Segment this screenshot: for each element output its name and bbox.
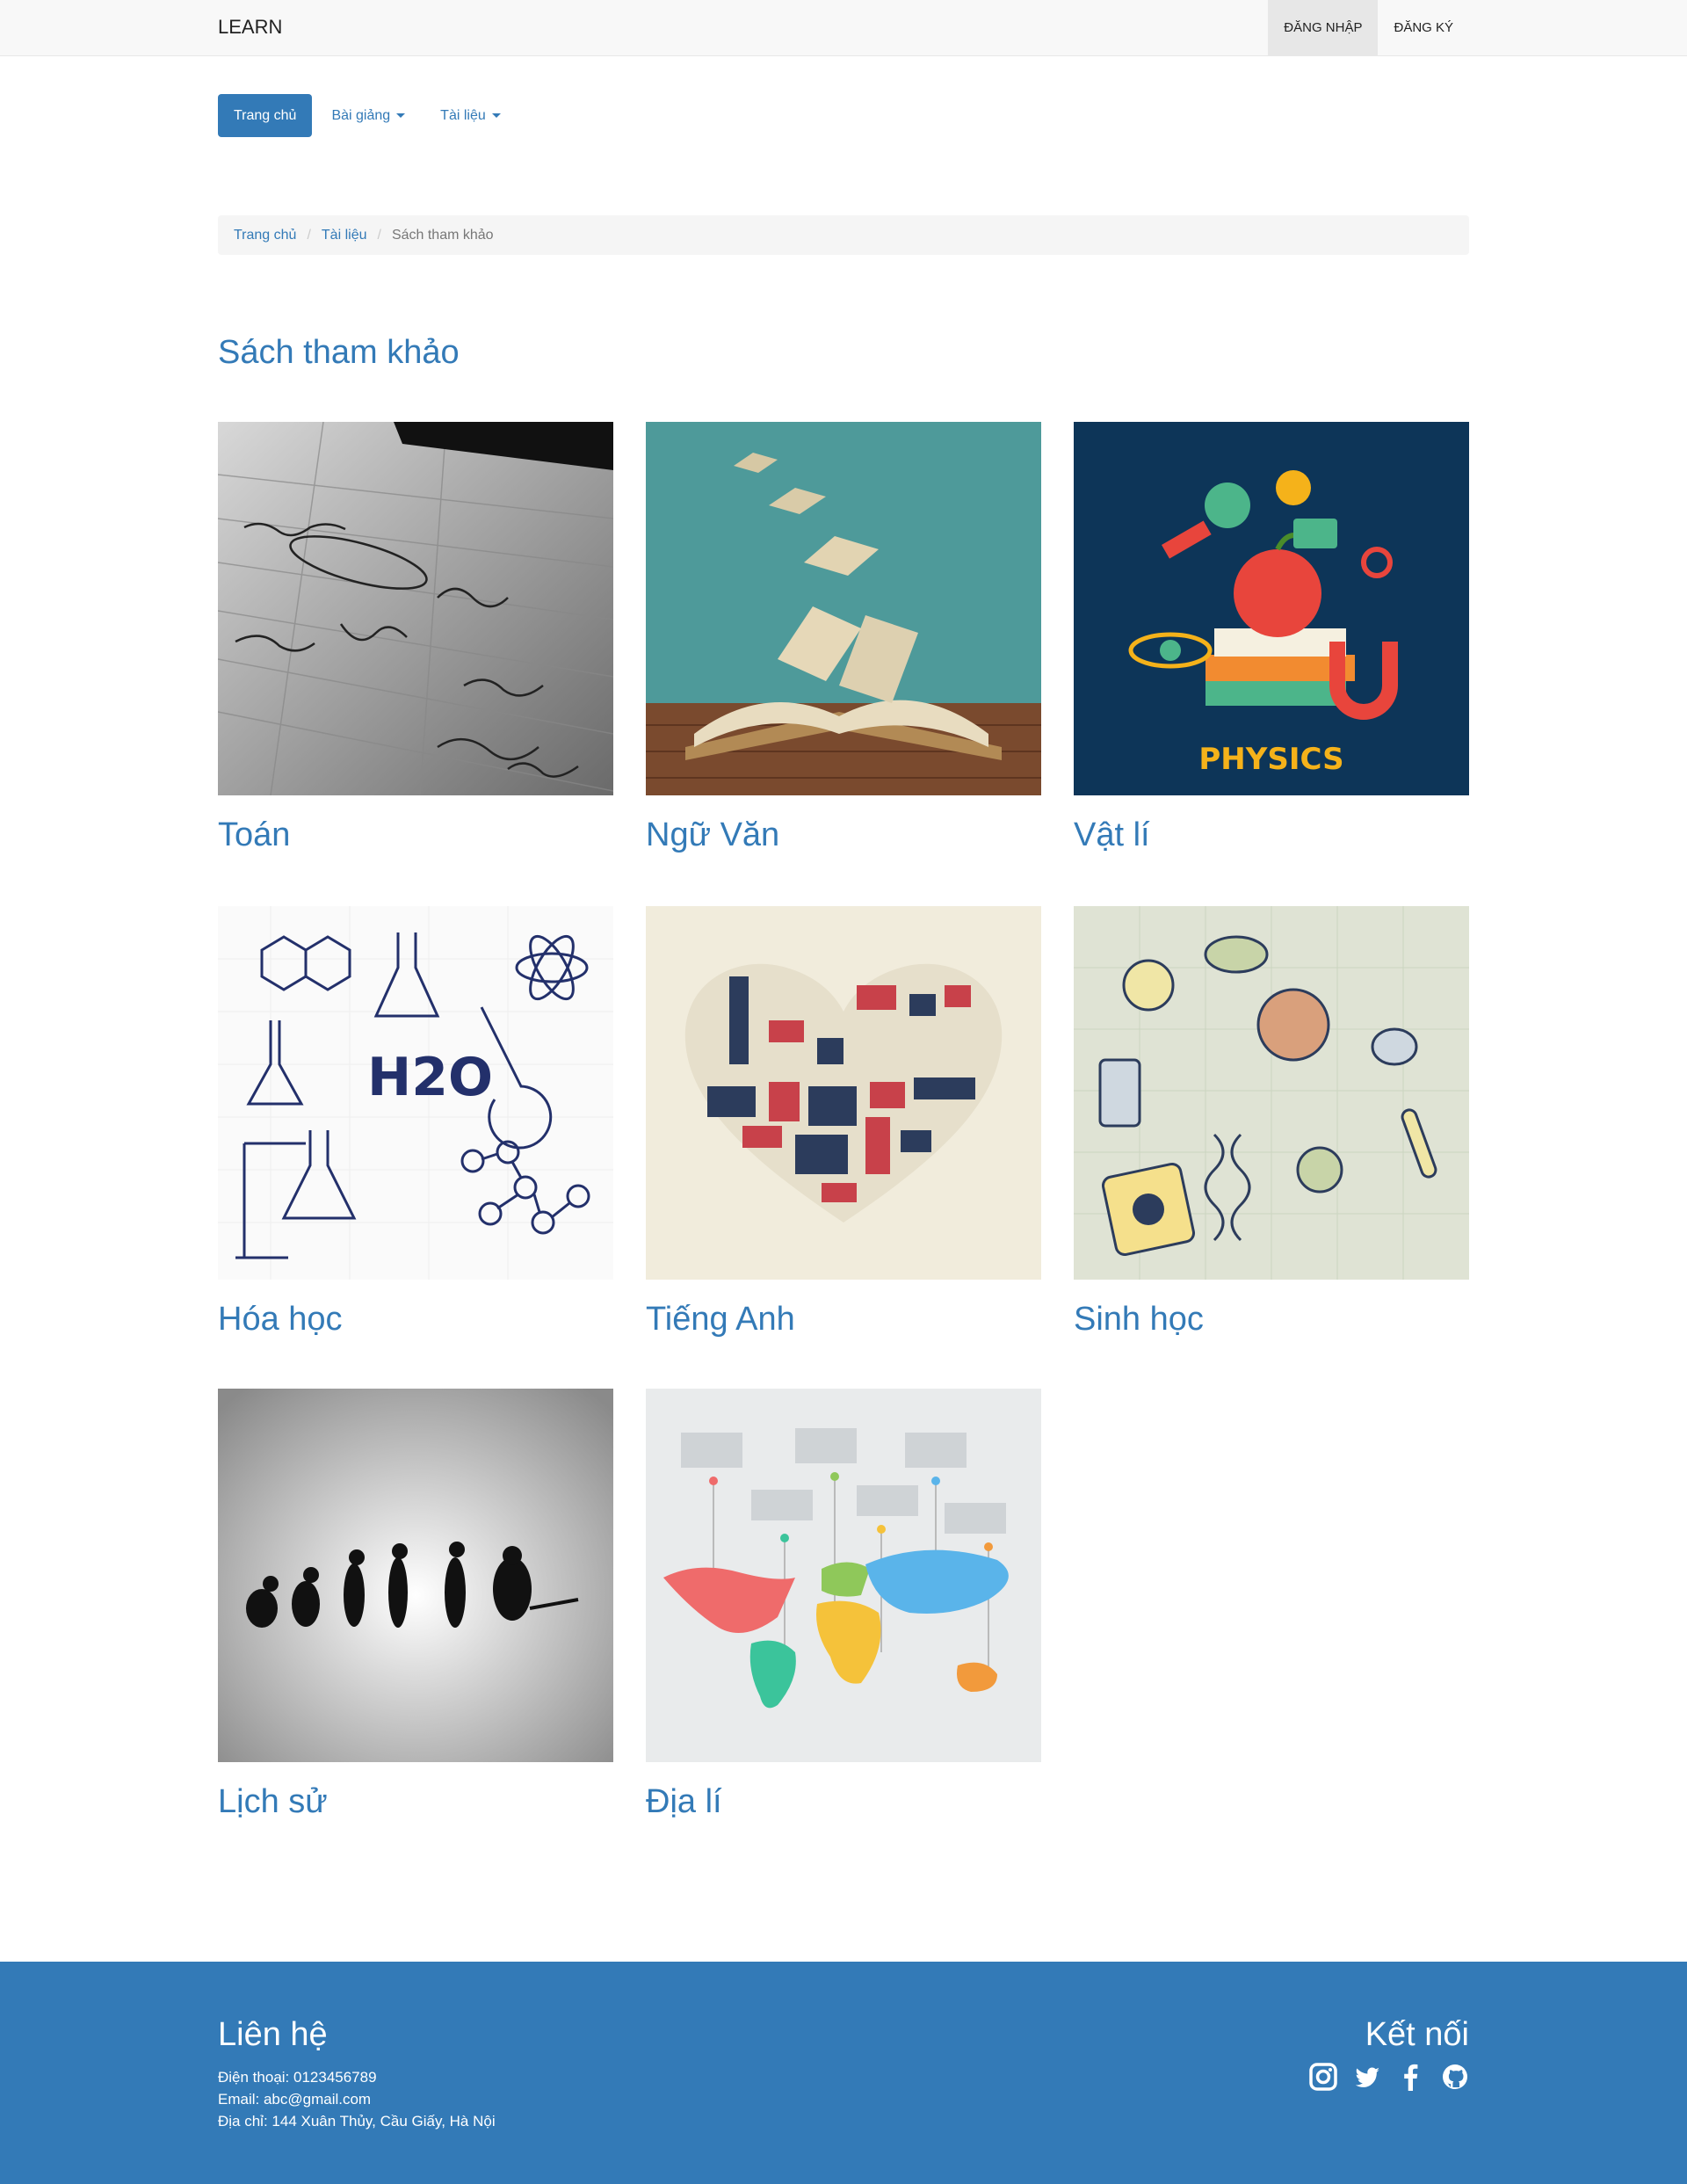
pill-home[interactable]: Trang chủ	[218, 94, 313, 137]
facebook-icon[interactable]	[1397, 2063, 1425, 2091]
breadcrumb-separator: /	[307, 227, 311, 243]
subject-card-physics[interactable]: PHYSICS Vật lí	[1074, 422, 1469, 854]
subject-title-chemistry[interactable]: Hóa học	[218, 1301, 613, 1339]
social-section: Kết nối	[1309, 2016, 1469, 2091]
register-link[interactable]: ĐĂNG KÝ	[1378, 0, 1469, 55]
breadcrumb-separator: /	[377, 227, 381, 243]
subject-card-math[interactable]: Toán	[218, 422, 613, 854]
subject-title-physics[interactable]: Vật lí	[1074, 816, 1469, 854]
caret-down-icon	[396, 113, 406, 118]
subject-image-english[interactable]	[646, 906, 1041, 1280]
contact-email: Email: abc@gmail.com	[218, 2091, 372, 2108]
breadcrumb-documents[interactable]: Tài liệu	[322, 228, 367, 243]
subject-image-biology[interactable]	[1074, 906, 1469, 1280]
top-navbar: LEARN ĐĂNG NHẬP ĐĂNG KÝ	[0, 0, 1687, 56]
pill-documents-label: Tài liệu	[440, 108, 486, 123]
connect-title: Kết nối	[1365, 2016, 1469, 2053]
caret-down-icon	[491, 113, 501, 118]
brand-logo[interactable]: LEARN	[218, 16, 282, 39]
pill-documents-dropdown[interactable]: Tài liệu	[424, 94, 517, 137]
pill-home-label: Trang chủ	[234, 108, 297, 123]
subject-image-history[interactable]	[218, 1389, 613, 1762]
subject-title-math[interactable]: Toán	[218, 816, 613, 854]
chemistry-image-text: H2O	[367, 1047, 493, 1108]
subject-image-chemistry[interactable]: H2O	[218, 906, 613, 1280]
breadcrumb-current: Sách tham khảo	[391, 227, 494, 243]
main-nav-pills: Trang chủ Bài giảng Tài liệu	[218, 94, 520, 137]
subject-card-geography[interactable]: Địa lí	[646, 1389, 1041, 1821]
contact-address: Địa chỉ: 144 Xuân Thủy, Cầu Giấy, Hà Nội	[218, 2113, 496, 2130]
breadcrumb: Trang chủ / Tài liệu / Sách tham khảo	[218, 215, 1469, 255]
footer: Liên hệ Điện thoại: 0123456789 Email: ab…	[0, 1962, 1687, 2184]
subject-title-geography[interactable]: Địa lí	[646, 1783, 1041, 1821]
subject-card-english[interactable]: Tiếng Anh	[646, 906, 1041, 1339]
subject-title-biology[interactable]: Sinh học	[1074, 1301, 1469, 1339]
twitter-icon[interactable]	[1353, 2063, 1381, 2091]
github-icon[interactable]	[1441, 2063, 1469, 2091]
subject-image-math[interactable]	[218, 422, 613, 795]
contact-section: Liên hệ Điện thoại: 0123456789 Email: ab…	[218, 2016, 496, 2132]
subject-image-literature[interactable]	[646, 422, 1041, 795]
subject-image-geography[interactable]	[646, 1389, 1041, 1762]
nav-right: ĐĂNG NHẬP ĐĂNG KÝ	[1268, 0, 1469, 55]
subject-image-physics[interactable]: PHYSICS	[1074, 422, 1469, 795]
subject-card-biology[interactable]: Sinh học	[1074, 906, 1469, 1339]
contact-title: Liên hệ	[218, 2016, 328, 2053]
subject-card-history[interactable]: Lịch sử	[218, 1389, 613, 1821]
social-icons	[1309, 2063, 1469, 2091]
subject-title-literature[interactable]: Ngữ Văn	[646, 816, 1041, 854]
page-title: Sách tham khảo	[218, 334, 460, 371]
subject-card-literature[interactable]: Ngữ Văn	[646, 422, 1041, 854]
pill-lectures-label: Bài giảng	[331, 108, 391, 123]
breadcrumb-home[interactable]: Trang chủ	[234, 228, 296, 243]
subject-card-chemistry[interactable]: H2O Hóa học	[218, 906, 613, 1339]
instagram-icon[interactable]	[1309, 2063, 1337, 2091]
contact-phone: Điện thoại: 0123456789	[218, 2069, 377, 2086]
login-link[interactable]: ĐĂNG NHẬP	[1268, 0, 1379, 55]
physics-image-text: PHYSICS	[1198, 742, 1343, 777]
subject-title-english[interactable]: Tiếng Anh	[646, 1301, 1041, 1339]
subject-title-history[interactable]: Lịch sử	[218, 1783, 613, 1821]
pill-lectures-dropdown[interactable]: Bài giảng	[315, 94, 421, 137]
